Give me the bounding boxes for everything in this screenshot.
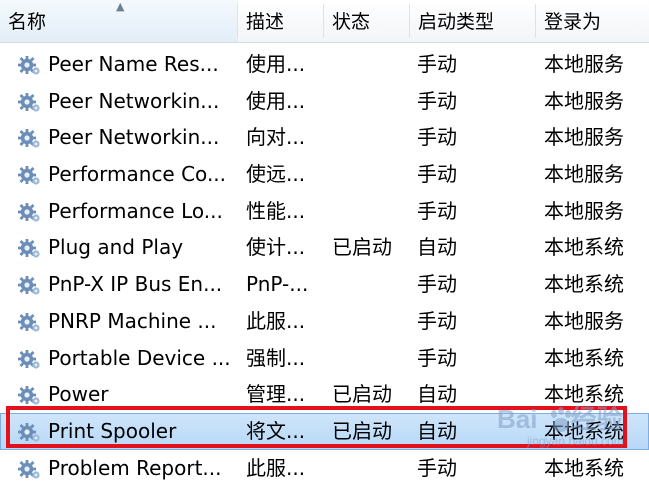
service-description: 性能... xyxy=(246,198,306,223)
column-header-status-label: 状态 xyxy=(332,11,371,33)
service-description: PnP-... xyxy=(246,272,309,297)
service-name: PnP-X IP Bus En... xyxy=(48,272,223,297)
service-rows: Peer Name Res... 使用... 手动 本地服务 Peer Networki… xyxy=(0,46,649,486)
service-row[interactable]: Problem Report... 此服... 手动 本地系统 xyxy=(0,450,649,487)
service-name: Print Spooler xyxy=(48,418,177,443)
service-description: 使远... xyxy=(246,162,306,187)
service-name: PNRP Machine ... xyxy=(48,308,217,333)
service-log-on-as: 本地系统 xyxy=(544,272,624,297)
service-status xyxy=(332,340,408,377)
service-name: Portable Device ... xyxy=(48,345,231,370)
service-log-on-as: 本地服务 xyxy=(544,125,624,150)
service-gear-icon xyxy=(17,311,41,333)
service-gear-icon xyxy=(17,421,41,443)
service-startup-type: 自动 xyxy=(417,382,457,407)
column-header-log-on-as-label: 登录为 xyxy=(544,11,602,33)
service-log-on-as: 本地系统 xyxy=(544,455,624,480)
service-gear-icon xyxy=(17,458,41,480)
service-gear-icon xyxy=(17,348,41,370)
service-row[interactable]: Peer Networkin... 使用... 手动 本地服务 xyxy=(0,83,649,120)
service-startup-type: 手动 xyxy=(417,272,457,297)
service-row[interactable]: Power 管理... 已启动 自动 本地系统 xyxy=(0,376,649,413)
column-header-description[interactable]: 描述 xyxy=(238,0,324,42)
service-row[interactable]: PnP-X IP Bus En... PnP-... 手动 本地系统 xyxy=(0,266,649,303)
service-description: 使用... xyxy=(246,52,306,76)
service-startup-type: 手动 xyxy=(417,345,457,370)
service-log-on-as: 本地服务 xyxy=(544,308,624,333)
service-row-selected[interactable]: Print Spooler 将文... 已启动 自动 本地系统 xyxy=(0,412,649,450)
service-startup-type: 自动 xyxy=(417,418,457,443)
service-row[interactable]: PNRP Machine ... 此服... 手动 本地服务 xyxy=(0,303,649,340)
service-name: Performance Lo... xyxy=(48,198,223,223)
service-status: 已启动 xyxy=(332,235,392,260)
service-startup-type: 手动 xyxy=(417,125,457,150)
service-startup-type: 手动 xyxy=(417,308,457,333)
service-status xyxy=(332,83,408,120)
service-row[interactable]: Performance Co... 使远... 手动 本地服务 xyxy=(0,156,649,193)
sort-up-arrow-icon: ▲ xyxy=(116,0,125,13)
service-row[interactable]: Performance Lo... 性能... 手动 本地服务 xyxy=(0,193,649,230)
column-header-status[interactable]: 状态 xyxy=(324,0,410,42)
service-status xyxy=(332,46,408,83)
service-description: 此服... xyxy=(246,455,306,480)
service-status xyxy=(332,303,408,340)
service-gear-icon xyxy=(17,54,41,76)
column-header-startup-type-label: 启动类型 xyxy=(418,11,495,33)
service-log-on-as: 本地系统 xyxy=(544,382,624,407)
service-description: 此服... xyxy=(246,308,306,333)
service-log-on-as: 本地系统 xyxy=(544,345,624,370)
service-gear-icon xyxy=(17,201,41,223)
column-header-row: ▲ 名称 描述 状态 启动类型 登录为 xyxy=(0,0,649,43)
service-log-on-as: 本地系统 xyxy=(544,418,624,443)
service-startup-type: 手动 xyxy=(417,88,457,113)
service-description: 将文... xyxy=(246,418,306,443)
service-name: Performance Co... xyxy=(48,162,227,187)
service-gear-icon xyxy=(17,274,41,296)
service-name: Problem Report... xyxy=(48,455,222,480)
service-description: 管理... xyxy=(246,382,306,407)
service-log-on-as: 本地服务 xyxy=(544,162,624,187)
service-status xyxy=(332,266,408,303)
service-log-on-as: 本地系统 xyxy=(544,235,624,260)
service-row[interactable]: Plug and Play 使计... 已启动 自动 本地系统 xyxy=(0,229,649,266)
service-status: 已启动 xyxy=(332,418,392,443)
service-startup-type: 手动 xyxy=(417,198,457,223)
service-gear-icon xyxy=(17,91,41,113)
service-name: Peer Networkin... xyxy=(48,125,220,150)
service-startup-type: 手动 xyxy=(417,52,457,76)
service-status: 已启动 xyxy=(332,382,392,407)
service-status xyxy=(332,119,408,156)
service-startup-type: 手动 xyxy=(417,455,457,480)
service-status xyxy=(332,450,408,487)
service-row[interactable]: Peer Networkin... 向对... 手动 本地服务 xyxy=(0,119,649,156)
service-description: 向对... xyxy=(246,125,306,150)
column-header-startup-type[interactable]: 启动类型 xyxy=(410,0,536,42)
service-description: 使用... xyxy=(246,88,306,113)
service-gear-icon xyxy=(17,237,41,259)
service-description: 强制... xyxy=(246,345,306,370)
column-header-name[interactable]: ▲ 名称 xyxy=(0,0,238,42)
service-row[interactable]: Portable Device ... 强制... 手动 本地系统 xyxy=(0,340,649,377)
service-gear-icon xyxy=(17,127,41,149)
service-row[interactable]: Peer Name Res... 使用... 手动 本地服务 xyxy=(0,46,649,83)
service-log-on-as: 本地服务 xyxy=(544,52,624,76)
service-name: Peer Name Res... xyxy=(48,52,219,76)
service-name: Peer Networkin... xyxy=(48,88,220,113)
service-startup-type: 手动 xyxy=(417,162,457,187)
service-log-on-as: 本地服务 xyxy=(544,198,624,223)
service-description: 使计... xyxy=(246,235,306,260)
service-status xyxy=(332,156,408,193)
service-log-on-as: 本地服务 xyxy=(544,88,624,113)
service-startup-type: 自动 xyxy=(417,235,457,260)
services-list[interactable]: ▲ 名称 描述 状态 启动类型 登录为 Peer Name Res... 使用..… xyxy=(0,0,649,487)
service-gear-icon xyxy=(17,164,41,186)
column-header-name-label: 名称 xyxy=(8,11,47,33)
service-status xyxy=(332,193,408,230)
service-name: Plug and Play xyxy=(48,235,184,260)
service-gear-icon xyxy=(17,384,41,406)
column-header-log-on-as[interactable]: 登录为 xyxy=(536,0,649,42)
column-header-description-label: 描述 xyxy=(246,11,285,33)
service-name: Power xyxy=(48,382,109,407)
